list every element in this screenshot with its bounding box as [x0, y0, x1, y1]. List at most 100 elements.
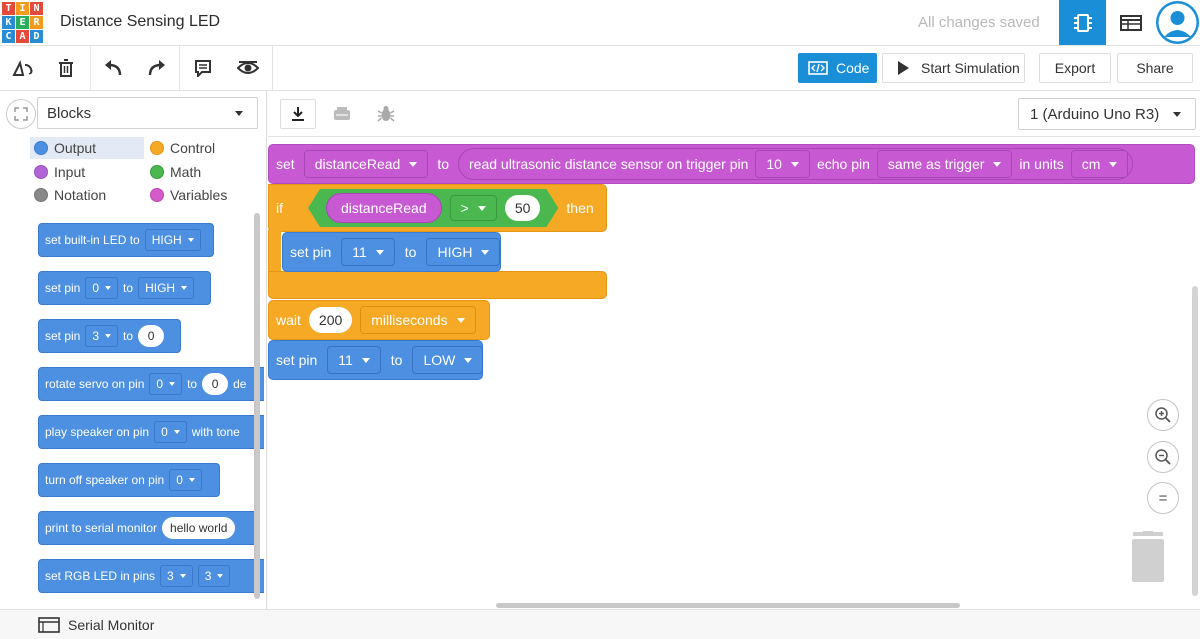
level-dropdown[interactable]: HIGH [426, 238, 501, 266]
logo-letter: T [2, 2, 15, 15]
category-input[interactable]: Input [30, 161, 85, 183]
save-status: All changes saved [918, 14, 1040, 31]
redo-button[interactable] [140, 52, 174, 84]
rotate-icon [12, 60, 33, 76]
block-text: print to serial monitor [45, 521, 158, 535]
palette-block-set-pin-analog[interactable]: set pin 3 to 0 [38, 319, 181, 353]
block-text: with tone [191, 425, 240, 439]
category-label: Math [170, 164, 202, 180]
value-dropdown[interactable]: HIGH [144, 229, 201, 251]
share-button[interactable]: Share [1117, 53, 1193, 83]
category-notation[interactable]: Notation [30, 184, 106, 206]
pin-dropdown[interactable]: 11 [327, 346, 381, 374]
dropdown-value: same as trigger [887, 156, 985, 172]
block-text: set pin [290, 244, 332, 260]
visibility-button[interactable] [231, 52, 265, 84]
serial-monitor-bar[interactable]: Serial Monitor [0, 609, 1200, 639]
time-unit-dropdown[interactable]: milliseconds [360, 306, 476, 334]
blocks-mode-select[interactable]: Blocks [37, 97, 258, 129]
chevron-down-icon [105, 286, 112, 290]
pin-dropdown[interactable]: 3 [160, 565, 193, 587]
palette-block-print-serial[interactable]: print to serial monitor hello world [38, 511, 260, 545]
reset-zoom-button[interactable]: = [1147, 482, 1179, 514]
workspace-toolbar: 1 (Arduino Uno R3) [268, 91, 1200, 137]
variable-dropdown[interactable]: distanceRead [303, 150, 429, 178]
zoom-out-button[interactable] [1147, 441, 1179, 473]
pin-dropdown[interactable]: 3 [85, 325, 119, 347]
set-variable-block[interactable]: set distanceRead to read ultrasonic dist… [268, 144, 1195, 184]
schematic-view-button[interactable] [1108, 0, 1154, 45]
level-dropdown[interactable]: LOW [412, 346, 484, 374]
board-select[interactable]: 1 (Arduino Uno R3) [1018, 98, 1196, 130]
value-input[interactable]: 0 [138, 325, 165, 347]
value-dropdown[interactable]: HIGH [138, 277, 195, 299]
palette-block-play-speaker[interactable]: play speaker on pin 0 with tone [38, 415, 264, 449]
block-text: set pin [276, 352, 318, 368]
zoom-out-icon [1155, 449, 1171, 465]
code-button[interactable]: Code [798, 53, 877, 83]
palette-block-set-builtin-led[interactable]: set built-in LED to HIGH [38, 223, 214, 257]
wait-block[interactable]: wait 200 milliseconds [268, 300, 490, 340]
upload-code-button[interactable] [324, 99, 360, 129]
palette-block-turn-off-speaker[interactable]: turn off speaker on pin 0 [38, 463, 220, 497]
category-variables[interactable]: Variables [146, 184, 227, 206]
chevron-down-icon [187, 238, 194, 242]
code-workspace[interactable]: set distanceRead to read ultrasonic dist… [268, 138, 1200, 609]
download-icon [292, 107, 304, 121]
dropdown-value: HIGH [437, 244, 473, 260]
set-pin-low-block[interactable]: set pin 11 to LOW [268, 340, 484, 380]
trigger-pin-dropdown[interactable]: 10 [755, 150, 810, 178]
rotate-button[interactable] [5, 52, 39, 84]
delete-button[interactable] [49, 52, 83, 84]
pin-dropdown[interactable]: 3 [197, 565, 231, 587]
tinkercad-logo[interactable]: T I N K E R C A D [2, 2, 43, 43]
ultrasonic-sensor-block[interactable]: read ultrasonic distance sensor on trigg… [458, 148, 1134, 180]
palette-block-rotate-servo[interactable]: rotate servo on pin 0 to 0 de [38, 367, 264, 401]
workspace-vertical-scrollbar[interactable] [1192, 286, 1198, 596]
category-control[interactable]: Control [146, 137, 215, 159]
notes-button[interactable] [186, 52, 220, 84]
start-simulation-button[interactable]: Start Simulation [882, 53, 1025, 83]
text-input[interactable]: hello world [162, 517, 236, 539]
export-button[interactable]: Export [1039, 53, 1111, 83]
operator-dropdown[interactable]: > [450, 195, 497, 221]
wait-value-input[interactable]: 200 [308, 307, 353, 333]
workspace-horizontal-scrollbar[interactable] [496, 603, 960, 608]
download-code-button[interactable] [280, 99, 316, 129]
category-math[interactable]: Math [146, 161, 201, 183]
trash-can-icon[interactable] [1130, 531, 1166, 583]
compare-value-input[interactable]: 50 [505, 195, 541, 221]
pin-dropdown[interactable]: 0 [154, 421, 187, 443]
if-block-header[interactable]: if distanceRead > 50 then [268, 184, 607, 232]
undo-button[interactable] [96, 52, 130, 84]
category-output[interactable]: Output [30, 137, 144, 159]
variable-reporter[interactable]: distanceRead [326, 193, 442, 223]
zoom-in-icon [1155, 407, 1171, 423]
zoom-in-button[interactable] [1147, 399, 1179, 431]
set-pin-high-block[interactable]: set pin 11 to HIGH [282, 232, 501, 272]
pin-dropdown[interactable]: 0 [85, 277, 119, 299]
dropdown-value: milliseconds [371, 312, 448, 328]
start-simulation-label: Start Simulation [921, 60, 1020, 76]
pin-dropdown[interactable]: 0 [149, 373, 183, 395]
pin-dropdown[interactable]: 0 [169, 469, 202, 491]
dropdown-value: cm [1081, 156, 1101, 172]
toolbar-divider [272, 46, 273, 90]
circuit-view-button[interactable] [1059, 0, 1106, 45]
chevron-down-icon [478, 206, 486, 211]
fit-view-button[interactable] [6, 99, 36, 129]
palette-block-set-rgb-led[interactable]: set RGB LED in pins 3 3 [38, 559, 264, 593]
block-text: in units [1019, 156, 1064, 172]
comparison-block[interactable]: distanceRead > 50 [308, 189, 558, 227]
debugger-button[interactable] [368, 99, 404, 129]
angle-input[interactable]: 0 [202, 373, 229, 395]
echo-pin-dropdown[interactable]: same as trigger [876, 150, 1013, 178]
units-dropdown[interactable]: cm [1070, 150, 1129, 178]
palette-block-set-pin-digital[interactable]: set pin 0 to HIGH [38, 271, 211, 305]
palette-scrollbar[interactable] [254, 213, 260, 599]
user-avatar[interactable] [1156, 1, 1199, 44]
block-text: if [276, 200, 283, 216]
dropdown-value: 11 [352, 244, 367, 260]
pin-dropdown[interactable]: 11 [341, 238, 395, 266]
design-title[interactable]: Distance Sensing LED [60, 13, 220, 31]
